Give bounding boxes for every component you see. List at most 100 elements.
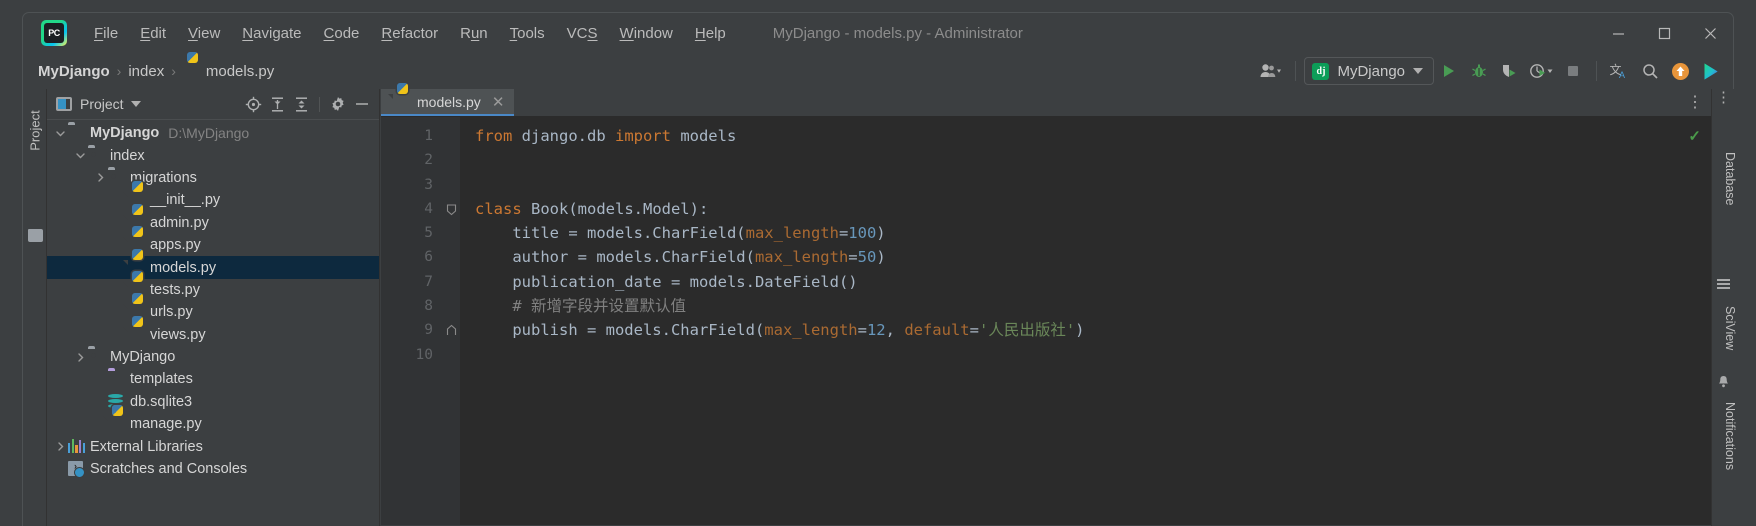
tree-item-tests-py[interactable]: tests.py — [47, 279, 379, 301]
menu-bar: PC File Edit View Navigate Code Refactor Run To… — [23, 13, 1733, 53]
right-tab-notifications[interactable]: Notifications — [1723, 402, 1737, 470]
tree-item-templates[interactable]: templates — [47, 368, 379, 390]
code-content[interactable]: from django.db import models class Book(… — [460, 117, 1713, 526]
chevron-right-icon[interactable] — [53, 436, 68, 458]
code-token-kw: class — [475, 199, 522, 218]
code-token-fn: = — [848, 248, 858, 267]
update-available-icon[interactable] — [1665, 56, 1695, 86]
tree-item-mydjango[interactable]: MyDjango D:\MyDjango — [47, 122, 379, 144]
tree-item-models-py[interactable]: models.py — [47, 256, 379, 279]
tree-item-label: urls.py — [150, 304, 193, 321]
tree-item-apps-py[interactable]: apps.py — [47, 234, 379, 256]
chevron-down-icon[interactable] — [73, 145, 88, 167]
menu-item-run[interactable]: Run — [449, 20, 499, 47]
expand-all-icon[interactable] — [266, 93, 288, 115]
pycharm-logo-text: PC — [44, 23, 64, 43]
tree-item--init-py[interactable]: __init__.py — [47, 189, 379, 211]
editor-tab-label: models.py — [417, 93, 481, 110]
hide-panel-icon[interactable] — [351, 93, 373, 115]
tree-item-label: MyDjango — [110, 349, 176, 366]
breadcrumb-item-mydjango[interactable]: MyDjango — [38, 63, 110, 80]
tree-item-label: templates — [130, 371, 193, 388]
notifications-bell-icon[interactable] — [1717, 375, 1730, 388]
menu-item-refactor[interactable]: Refactor — [370, 20, 449, 47]
ide-services-icon[interactable] — [1695, 56, 1725, 86]
run-with-coverage-button[interactable] — [1494, 56, 1524, 86]
tree-item-db-sqlite3[interactable]: db.sqlite3 — [47, 391, 379, 413]
menu-item-view[interactable]: View — [177, 20, 231, 47]
tree-item-index[interactable]: index — [47, 144, 379, 166]
tree-item-migrations[interactable]: migrations — [47, 167, 379, 189]
editor-area: models.py ✕ ⋮ 1 2 3 4 5 6 7 8 9 10 from django.db… — [381, 89, 1713, 526]
chevron-right-icon[interactable] — [73, 346, 88, 368]
close-button[interactable] — [1687, 14, 1733, 52]
python-file-icon — [393, 94, 410, 110]
left-tab-project[interactable]: Project — [28, 101, 43, 161]
editor-tab-models-py[interactable]: models.py ✕ — [381, 89, 515, 116]
project-panel-actions — [242, 93, 373, 115]
menu-item-file[interactable]: File — [83, 20, 129, 47]
stop-button[interactable] — [1558, 56, 1588, 86]
project-file-tree: MyDjango D:\MyDjango index migrations __init… — [47, 120, 379, 480]
project-view-icon — [56, 97, 72, 111]
menu-item-help[interactable]: Help — [684, 20, 737, 47]
line-number: 6 — [424, 249, 433, 266]
select-opened-file-icon[interactable] — [242, 93, 264, 115]
chevron-down-icon[interactable] — [53, 122, 68, 144]
tree-item-manage-py[interactable]: manage.py — [47, 413, 379, 435]
right-tab-sciview[interactable]: SciView — [1723, 306, 1737, 350]
tree-item-mydjango[interactable]: MyDjango — [47, 346, 379, 368]
collapse-all-icon[interactable] — [290, 93, 312, 115]
code-line: author = models.CharField(max_length=50) — [475, 245, 1713, 269]
minimize-button[interactable] — [1595, 14, 1641, 52]
project-view-chevron-down-icon[interactable] — [130, 101, 141, 107]
menu-item-code[interactable]: Code — [313, 20, 371, 47]
right-strip-more-icon[interactable]: ⋮ — [1716, 90, 1731, 105]
menu-item-edit[interactable]: Edit — [129, 20, 177, 47]
line-number: 5 — [424, 225, 433, 242]
debug-button[interactable] — [1464, 56, 1494, 86]
code-token-fn: , — [885, 321, 905, 340]
tree-item-views-py[interactable]: views.py — [47, 324, 379, 346]
inspection-status-icon[interactable]: ✓ — [1688, 127, 1701, 145]
breadcrumb-item-index[interactable]: index — [128, 63, 164, 80]
profile-button[interactable] — [1524, 56, 1558, 86]
code-fold-icon[interactable] — [443, 318, 460, 342]
run-configuration-selector[interactable]: dj MyDjango — [1304, 57, 1434, 85]
search-icon[interactable] — [1635, 56, 1665, 86]
code-fold-icon[interactable] — [443, 197, 460, 221]
more-options-icon[interactable]: ⋮ — [1687, 94, 1703, 110]
close-tab-icon[interactable]: ✕ — [492, 93, 505, 111]
django-icon: dj — [1312, 62, 1330, 80]
menu-item-navigate[interactable]: Navigate — [231, 20, 312, 47]
tree-item-urls-py[interactable]: urls.py — [47, 301, 379, 323]
tree-item-label: tests.py — [150, 281, 200, 298]
project-files-icon[interactable] — [28, 229, 43, 242]
menu-item-window[interactable]: Window — [609, 20, 684, 47]
menu-item-vcs[interactable]: VCS — [556, 20, 609, 47]
code-editor[interactable]: 1 2 3 4 5 6 7 8 9 10 from django.db import models… — [381, 117, 1713, 526]
chevron-down-icon — [1413, 68, 1423, 74]
run-button[interactable] — [1434, 56, 1464, 86]
code-token-kw: from — [475, 127, 513, 145]
chevron-right-icon[interactable] — [93, 167, 108, 189]
sciview-grid-icon[interactable] — [1717, 279, 1730, 292]
maximize-button[interactable] — [1641, 14, 1687, 52]
collaborate-user-icon[interactable] — [1255, 56, 1287, 86]
translate-icon[interactable]: 文 A — [1605, 56, 1635, 86]
settings-gear-icon[interactable] — [327, 93, 349, 115]
tree-item-scratches-and-consoles[interactable]: › Scratches and Consoles — [47, 458, 379, 480]
code-token-fn: django.db — [512, 127, 615, 145]
breadcrumb-item-models-py[interactable]: models.py — [183, 63, 274, 80]
tree-item-label: Scratches and Consoles — [90, 461, 248, 478]
code-token-fn: ) — [876, 248, 886, 267]
tree-item-admin-py[interactable]: admin.py — [47, 212, 379, 234]
menu-item-tools[interactable]: Tools — [499, 20, 556, 47]
template-folder-icon — [108, 371, 125, 387]
tree-item-external-libraries[interactable]: External Libraries — [47, 435, 379, 457]
right-tab-database[interactable]: Database — [1723, 152, 1737, 206]
tree-item-label: __init__.py — [150, 192, 221, 209]
code-folding-gutter[interactable] — [443, 117, 460, 526]
